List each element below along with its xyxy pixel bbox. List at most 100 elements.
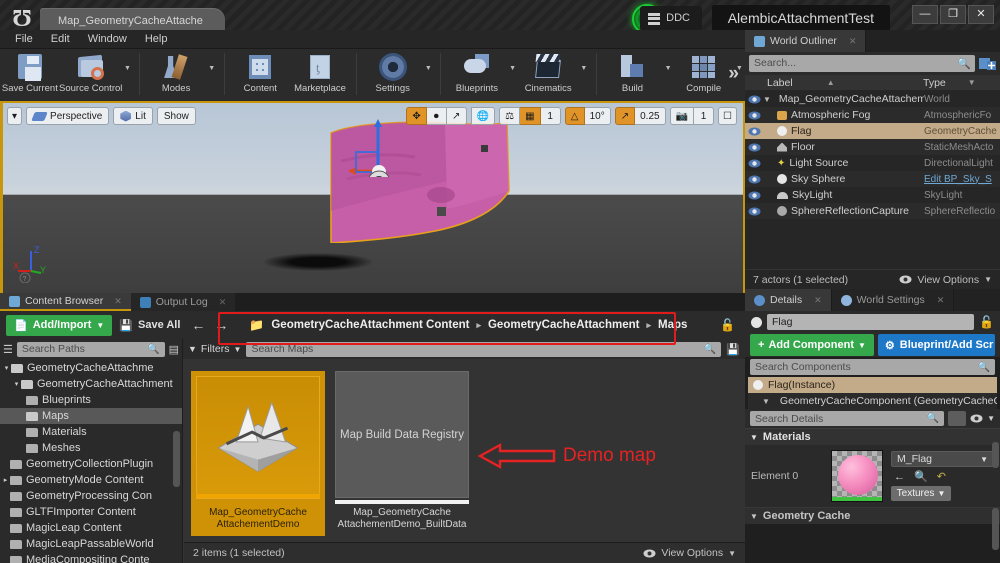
save-search-icon[interactable]: 💾: [726, 343, 740, 356]
close-icon[interactable]: ✕: [219, 297, 227, 308]
viewport-options-button[interactable]: ▾: [7, 107, 22, 125]
material-selector[interactable]: M_Flag ▼: [891, 451, 994, 467]
geometry-cache-section-header[interactable]: ▼ Geometry Cache: [745, 507, 1000, 524]
camera-speed-icon[interactable]: 📷: [670, 107, 694, 125]
menu-item-window[interactable]: Window: [79, 30, 136, 49]
toolbar-cinematics[interactable]: Cinematics: [518, 49, 578, 101]
folder-tree[interactable]: ▾ GeometryCacheAttachme ▾ GeometryCacheA…: [0, 359, 182, 563]
tab-world-settings[interactable]: World Settings ✕: [832, 289, 955, 311]
toolbar-modes[interactable]: Modes: [146, 49, 206, 101]
expand-triangle-icon[interactable]: ▸: [1, 476, 10, 484]
toolbar-content[interactable]: Content: [230, 49, 290, 101]
filters-button[interactable]: ▼ Filters ▼: [188, 343, 241, 355]
modes-dropdown-caret[interactable]: ▼: [206, 49, 218, 101]
visibility-eye-icon[interactable]: [745, 143, 763, 152]
breadcrumb-item-maps[interactable]: Maps: [658, 319, 687, 331]
toolbar-source-control[interactable]: Source Control: [60, 49, 122, 101]
list-item[interactable]: ▾ GeometryCacheAttachment: [0, 376, 182, 392]
world-space-icon[interactable]: 🌐: [471, 107, 495, 125]
close-icon[interactable]: ✕: [114, 296, 122, 307]
lock-content-browser-icon[interactable]: 🔓: [720, 318, 739, 332]
components-list[interactable]: Flag(Instance) ▼ GeometryCacheComponent …: [748, 377, 997, 409]
list-item[interactable]: Blueprints: [0, 392, 182, 408]
surface-snap-icon[interactable]: ⚖: [499, 107, 520, 125]
expand-triangle-icon[interactable]: ▾: [2, 364, 11, 372]
toolbar-build[interactable]: Build: [603, 49, 663, 101]
translate-gizmo-icon[interactable]: ✥: [406, 107, 426, 125]
list-item[interactable]: Maps: [0, 408, 182, 424]
search-paths-input[interactable]: Search Paths 🔍: [17, 342, 165, 357]
lock-icon[interactable]: 🔓: [979, 315, 994, 329]
list-item[interactable]: GeometryCollectionPlugin: [0, 456, 182, 472]
asset-tile-builtdata[interactable]: Map Build Data Registry Map_GeometryCach…: [335, 371, 469, 536]
expand-triangle-icon[interactable]: ▼: [763, 95, 771, 104]
table-row[interactable]: SkyLight SkyLight: [745, 187, 1000, 203]
search-assets-input[interactable]: Search Maps 🔍: [246, 342, 721, 357]
angle-snap-value[interactable]: 10°: [585, 107, 611, 125]
outliner-view-options-button[interactable]: View Options ▼: [899, 274, 992, 286]
visibility-eye-icon[interactable]: [745, 111, 763, 120]
menu-item-file[interactable]: File: [6, 30, 42, 49]
list-item[interactable]: ▸ GeometryMode Content: [0, 472, 182, 488]
tab-world-outliner[interactable]: World Outliner ✕: [745, 30, 866, 52]
components-scrollbar[interactable]: [992, 442, 999, 468]
viewport-camera-mode-button[interactable]: Perspective: [26, 107, 109, 125]
search-components-input[interactable]: Search Components 🔍: [750, 359, 995, 375]
outliner-search-input[interactable]: Search... 🔍: [749, 55, 975, 72]
scale-snap-value[interactable]: 0.25: [635, 107, 665, 125]
column-header-label[interactable]: Label ▲: [745, 75, 917, 90]
materials-section-header[interactable]: ▼ Materials: [745, 428, 1000, 445]
add-actor-icon[interactable]: [979, 56, 996, 71]
scale-snap-icon[interactable]: ↗: [615, 107, 635, 125]
table-row[interactable]: Atmospheric Fog AtmosphericFo: [745, 107, 1000, 123]
breadcrumb-item-folder[interactable]: GeometryCacheAttachment: [488, 319, 639, 331]
forward-button[interactable]: →: [214, 317, 228, 333]
close-icon[interactable]: ✕: [849, 36, 857, 47]
close-button[interactable]: ✕: [968, 5, 994, 24]
tab-output-log[interactable]: Output Log ✕: [131, 293, 236, 311]
save-all-button[interactable]: 💾 Save All: [119, 319, 180, 332]
list-item[interactable]: Meshes: [0, 440, 182, 456]
minimize-button[interactable]: —: [912, 5, 938, 24]
camera-speed-value[interactable]: 1: [694, 107, 714, 125]
use-selected-asset-icon[interactable]: ←: [894, 471, 905, 483]
outliner-actor-list[interactable]: ▼ Map_GeometryCacheAttachemen World Atmo…: [745, 91, 1000, 269]
list-item[interactable]: GLTFImporter Content: [0, 504, 182, 520]
search-details-input[interactable]: Search Details 🔍: [750, 411, 944, 426]
close-icon[interactable]: ✕: [937, 295, 945, 306]
paths-view-options-icon[interactable]: ▤: [169, 343, 179, 356]
viewport-show-menu-button[interactable]: Show: [157, 107, 196, 125]
close-icon[interactable]: ✕: [814, 295, 822, 306]
settings-dropdown-caret[interactable]: ▼: [423, 49, 435, 101]
tab-content-browser[interactable]: Content Browser ✕: [0, 293, 131, 311]
collapse-tree-icon[interactable]: ☰: [3, 343, 13, 356]
grid-snap-icon[interactable]: ▦: [520, 107, 540, 125]
material-thumbnail[interactable]: [831, 450, 883, 502]
scale-gizmo-icon[interactable]: ↗: [447, 107, 467, 125]
maximize-viewport-icon[interactable]: ☐: [718, 107, 737, 125]
build-dropdown-caret[interactable]: ▼: [662, 49, 674, 101]
table-row[interactable]: ✦ Light Source DirectionalLight: [745, 155, 1000, 171]
reset-to-default-icon[interactable]: ↶: [937, 470, 946, 483]
add-component-button[interactable]: + Add Component ▼: [750, 334, 874, 356]
toolbar-settings[interactable]: Settings: [363, 49, 423, 101]
menu-item-edit[interactable]: Edit: [42, 30, 79, 49]
breadcrumb-item-root[interactable]: GeometryCacheAttachment Content: [271, 319, 469, 331]
list-item[interactable]: GeometryProcessing Con: [0, 488, 182, 504]
viewport-view-mode-button[interactable]: Lit: [113, 107, 153, 125]
table-row[interactable]: ▼ Map_GeometryCacheAttachemen World: [745, 91, 1000, 107]
rotate-gizmo-icon[interactable]: ⏺: [427, 107, 447, 125]
list-item[interactable]: Flag(Instance): [748, 377, 997, 393]
edit-blueprint-link[interactable]: Edit BP_Sky_S: [924, 174, 1000, 185]
visibility-eye-icon[interactable]: [745, 127, 763, 136]
ddc-badge[interactable]: DDC: [640, 6, 702, 31]
maximize-button[interactable]: ❐: [940, 5, 966, 24]
paths-scrollbar[interactable]: [173, 431, 180, 487]
toolbar-marketplace[interactable]: Marketplace: [290, 49, 350, 101]
toolbar-overflow-icon[interactable]: »: [728, 63, 739, 85]
tab-details[interactable]: Details ✕: [745, 289, 832, 311]
toolbar-blueprints[interactable]: Blueprints: [447, 49, 507, 101]
column-header-type[interactable]: Type ▼: [917, 75, 982, 90]
grid-snap-value[interactable]: 1: [541, 107, 561, 125]
asset-tile-map[interactable]: Map_GeometryCache AttachementDemo: [191, 371, 325, 536]
